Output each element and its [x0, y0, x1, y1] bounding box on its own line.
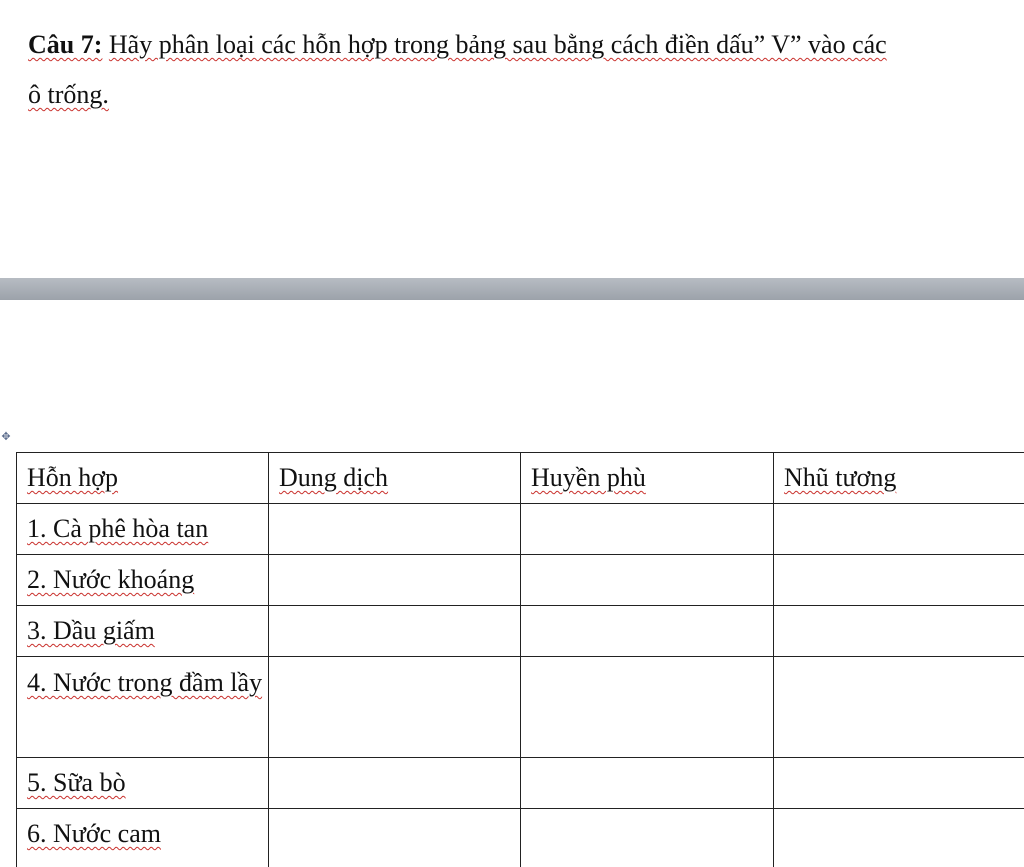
- answer-cell-suspension[interactable]: [520, 808, 774, 867]
- answer-cell-solution[interactable]: [268, 503, 521, 555]
- answer-cell-emulsion[interactable]: [773, 808, 1024, 867]
- question-number: Câu 7:: [28, 30, 103, 59]
- answer-cell-suspension[interactable]: [520, 605, 774, 657]
- mixture-classification-table: Hỗn hợp Dung dịch Huyền phù Nhũ tương 1.…: [16, 452, 1024, 867]
- answer-cell-emulsion[interactable]: [773, 656, 1024, 758]
- row-label-cell[interactable]: 1. Cà phê hòa tan: [16, 503, 269, 555]
- row-label-cell[interactable]: 5. Sữa bò: [16, 757, 269, 809]
- answer-cell-suspension[interactable]: [520, 554, 774, 606]
- table-row: 4. Nước trong đầm lầy: [16, 656, 1024, 758]
- table-row: 5. Sữa bò: [16, 757, 1024, 809]
- question-line-2: ô trống.: [28, 70, 1024, 120]
- table-row: 3. Dầu giấm: [16, 605, 1024, 657]
- answer-cell-suspension[interactable]: [520, 757, 774, 809]
- header-cell-emulsion[interactable]: Nhũ tương: [773, 452, 1024, 504]
- answer-cell-solution[interactable]: [268, 554, 521, 606]
- page-break-gap: [0, 278, 1024, 300]
- answer-cell-solution[interactable]: [268, 656, 521, 758]
- answer-cell-solution[interactable]: [268, 605, 521, 657]
- answer-cell-emulsion[interactable]: [773, 554, 1024, 606]
- table-row: 1. Cà phê hòa tan: [16, 503, 1024, 555]
- question-body-line-1: Hãy phân loại các hỗn hợp trong bảng sau…: [108, 30, 887, 59]
- table-row: 2. Nước khoáng: [16, 554, 1024, 606]
- header-cell-mixture[interactable]: Hỗn hợp: [16, 452, 269, 504]
- answer-cell-solution[interactable]: [268, 808, 521, 867]
- table-row: 6. Nước cam: [16, 808, 1024, 867]
- header-cell-solution[interactable]: Dung dịch: [268, 452, 521, 504]
- document-page-top: Câu 7: Hãy phân loại các hỗn hợp trong b…: [0, 0, 1024, 278]
- answer-cell-suspension[interactable]: [520, 656, 774, 758]
- table-header-row: Hỗn hợp Dung dịch Huyền phù Nhũ tương: [16, 452, 1024, 504]
- answer-cell-emulsion[interactable]: [773, 503, 1024, 555]
- answer-cell-emulsion[interactable]: [773, 605, 1024, 657]
- row-label-cell[interactable]: 3. Dầu giấm: [16, 605, 269, 657]
- row-label-cell[interactable]: 2. Nước khoáng: [16, 554, 269, 606]
- row-label-cell[interactable]: 4. Nước trong đầm lầy: [16, 656, 269, 758]
- header-cell-suspension[interactable]: Huyền phù: [520, 452, 774, 504]
- answer-cell-solution[interactable]: [268, 757, 521, 809]
- move-cross-icon[interactable]: ✥: [0, 431, 12, 443]
- question-line-1: Câu 7: Hãy phân loại các hỗn hợp trong b…: [28, 20, 1024, 70]
- row-label-cell[interactable]: 6. Nước cam: [16, 808, 269, 867]
- question-text[interactable]: Câu 7: Hãy phân loại các hỗn hợp trong b…: [28, 20, 1024, 120]
- answer-cell-suspension[interactable]: [520, 503, 774, 555]
- answer-cell-emulsion[interactable]: [773, 757, 1024, 809]
- question-body-line-2: ô trống.: [28, 80, 109, 109]
